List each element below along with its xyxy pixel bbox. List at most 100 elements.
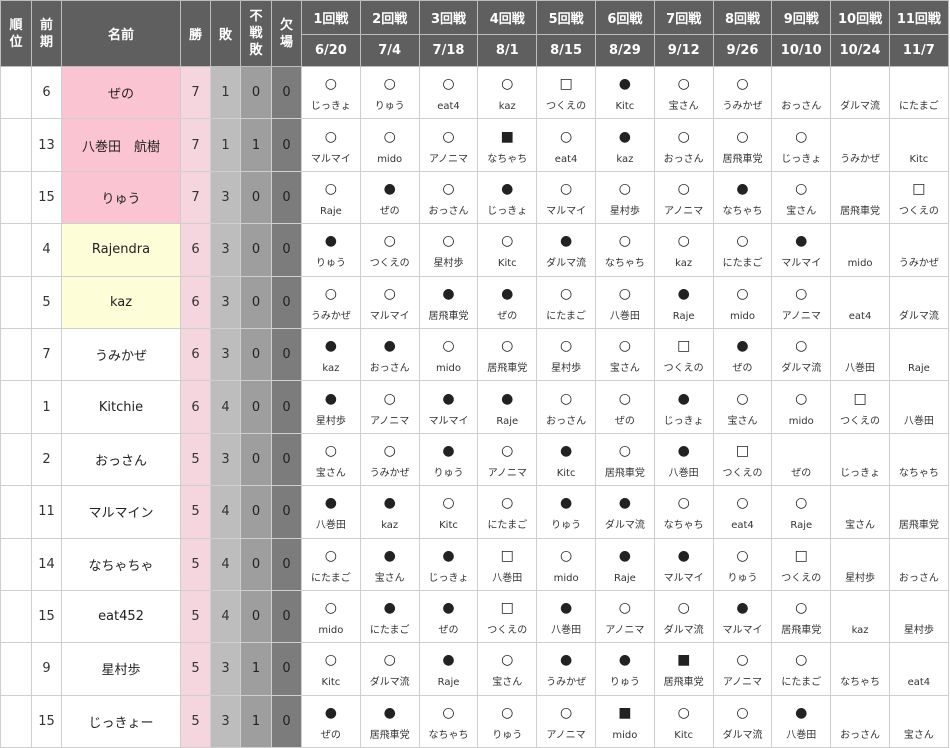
opponent-name: なちゃち (428, 729, 469, 741)
match-cell: ○ つくえの (359, 223, 420, 277)
opponent-name: りゅう (374, 101, 405, 113)
result-mark: ● (442, 547, 455, 564)
match-cell: ● りゅう (301, 223, 361, 277)
match-cell: ○ おっさん (653, 118, 714, 172)
losses-cell: 3 (210, 432, 241, 487)
match-cell: ○ kaz (477, 65, 538, 120)
result-mark: ● (677, 390, 690, 407)
match-cell: ● マルマイ (712, 589, 773, 644)
result-mark: □ (559, 76, 573, 93)
result-mark: ● (501, 390, 514, 407)
opponent-name: にたまご (311, 572, 351, 584)
opponent-name: Raje (613, 572, 636, 584)
match-cell: ○ 宝さん (477, 642, 538, 696)
opponent-name: 居飛車党 (722, 153, 763, 165)
result-mark: ● (442, 652, 455, 669)
opponent-name: 宝さん (727, 415, 758, 427)
wins-cell: 7 (180, 118, 211, 172)
opponent-name: ぜの (438, 625, 459, 637)
header-name: 名前 (61, 0, 181, 67)
match-cell: ○ Raje (301, 170, 361, 225)
result-mark: □ (677, 338, 691, 355)
table-body: 6 ぜの 7 1 0 0 ○ じっきょ ○ りゅう ○ eat4 ○ kaz □ つくえの ● Kitc ○ 宝さん ○… (0, 65, 949, 748)
match-cell: ■ 居飛車党 (653, 642, 714, 696)
opponent-name: 八巻田 (609, 310, 640, 322)
opponent-name: Kitc (556, 467, 576, 479)
absences-cell: 0 (271, 65, 302, 120)
opponent-name: ダルマ流 (546, 258, 587, 270)
forfeit-cell: 0 (240, 223, 272, 277)
opponent-name: ダルマ流 (369, 677, 410, 689)
match-cell: 八巻田 (888, 380, 949, 434)
absences-cell: 0 (271, 432, 302, 487)
opponent-name: 八巻田 (492, 572, 523, 584)
opponent-name: アノニマ (605, 625, 645, 637)
result-mark: ○ (795, 652, 808, 669)
result-mark: ● (383, 600, 396, 617)
result-mark: ● (383, 547, 396, 564)
player-name: ぜの (61, 65, 181, 120)
opponent-name: 宝さん (609, 363, 640, 375)
match-cell: ● ぜの (301, 694, 361, 748)
table-row: 13 八巻田 航樹 7 1 1 0 ○ マルマイ ○ mido ○ アノニマ ■ なちゃち ○ eat4 ● ka… (0, 118, 949, 172)
wins-cell: 6 (180, 327, 211, 382)
match-cell: ○ アノニマ (477, 432, 538, 487)
match-cell: ● 宝さん (359, 537, 420, 591)
match-cell: ● うみかぜ (536, 642, 596, 696)
result-mark: ○ (559, 128, 573, 145)
opponent-name: 宝さん (315, 467, 346, 479)
opponent-name: りゅう (492, 729, 523, 741)
result-mark: ○ (442, 495, 455, 512)
opponent-name: eat4 (554, 153, 578, 165)
match-cell: □ つくえの (653, 327, 714, 382)
result-mark: ● (618, 547, 631, 564)
result-mark: ○ (736, 390, 749, 407)
wins-cell: 5 (180, 642, 211, 696)
match-cell: ● じっきょ (418, 537, 479, 591)
opponent-name: りゅう (433, 467, 464, 479)
opponent-name: Raje (672, 310, 695, 322)
match-cell: ● じっきょ (477, 170, 538, 225)
result-mark: ○ (383, 128, 396, 145)
wins-cell: 6 (180, 223, 211, 277)
table-row: 14 なちゃちゃ 5 4 0 0 ○ にたまご ● 宝さん ● じっきょ □ 八巻田 ○ mido ● Raje ●… (0, 537, 949, 591)
result-mark: ● (618, 652, 631, 669)
match-cell: ● りゅう (418, 432, 479, 487)
result-mark: ● (677, 442, 690, 459)
table-header: 順 位前 期名前勝敗不 戦 敗欠 場 1回戦 2回戦 3回戦 4回戦 5回戦 6回戦 7回戦 8… (0, 0, 949, 67)
match-cell: ○ Kitc (653, 694, 714, 748)
match-cell: ダルマ流 (830, 65, 890, 120)
result-mark: ● (677, 285, 690, 302)
opponent-name: 宝さん (374, 572, 405, 584)
result-mark: □ (500, 600, 514, 617)
opponent-name: 居飛車党 (369, 729, 410, 741)
opponent-name: マルマイ (722, 625, 763, 637)
result-mark: ● (324, 495, 337, 512)
match-cell: □ つくえの (712, 432, 773, 487)
opponent-name: ぜの (497, 310, 518, 322)
result-mark: ○ (677, 233, 690, 250)
result-mark: ○ (618, 390, 631, 407)
match-cell: ○ mido (301, 589, 361, 644)
match-cell: ● 八巻田 (301, 485, 361, 539)
match-cell: ○ にたまご (712, 223, 773, 277)
opponent-name: Kitc (674, 729, 694, 741)
match-cell: ○ アノニマ (594, 589, 655, 644)
result-mark: ● (501, 285, 514, 302)
header-round-6: 6回戦 (594, 0, 655, 35)
opponent-name: つくえの (840, 415, 881, 427)
match-cell: ■ なちゃち (477, 118, 538, 172)
match-cell: ● おっさん (359, 327, 420, 382)
match-cell: じっきょ (830, 432, 890, 487)
wins-cell: 5 (180, 537, 211, 591)
result-mark: ○ (618, 233, 631, 250)
opponent-name: ダルマ流 (604, 520, 645, 532)
wins-cell: 5 (180, 589, 211, 644)
player-name: マルマイン (61, 485, 181, 539)
table-row: 15 りゅう 7 3 0 0 ○ Raje ● ぜの ○ おっさん ● じっきょ ○ マルマイ ○ 星村歩 ○ アノニ… (0, 170, 949, 225)
opponent-name: 宝さん (845, 520, 876, 532)
result-mark: ○ (501, 442, 514, 459)
opponent-name: なちゃち (722, 205, 763, 217)
player-name: うみかぜ (61, 327, 181, 382)
opponent-name: なちゃち (663, 520, 704, 532)
